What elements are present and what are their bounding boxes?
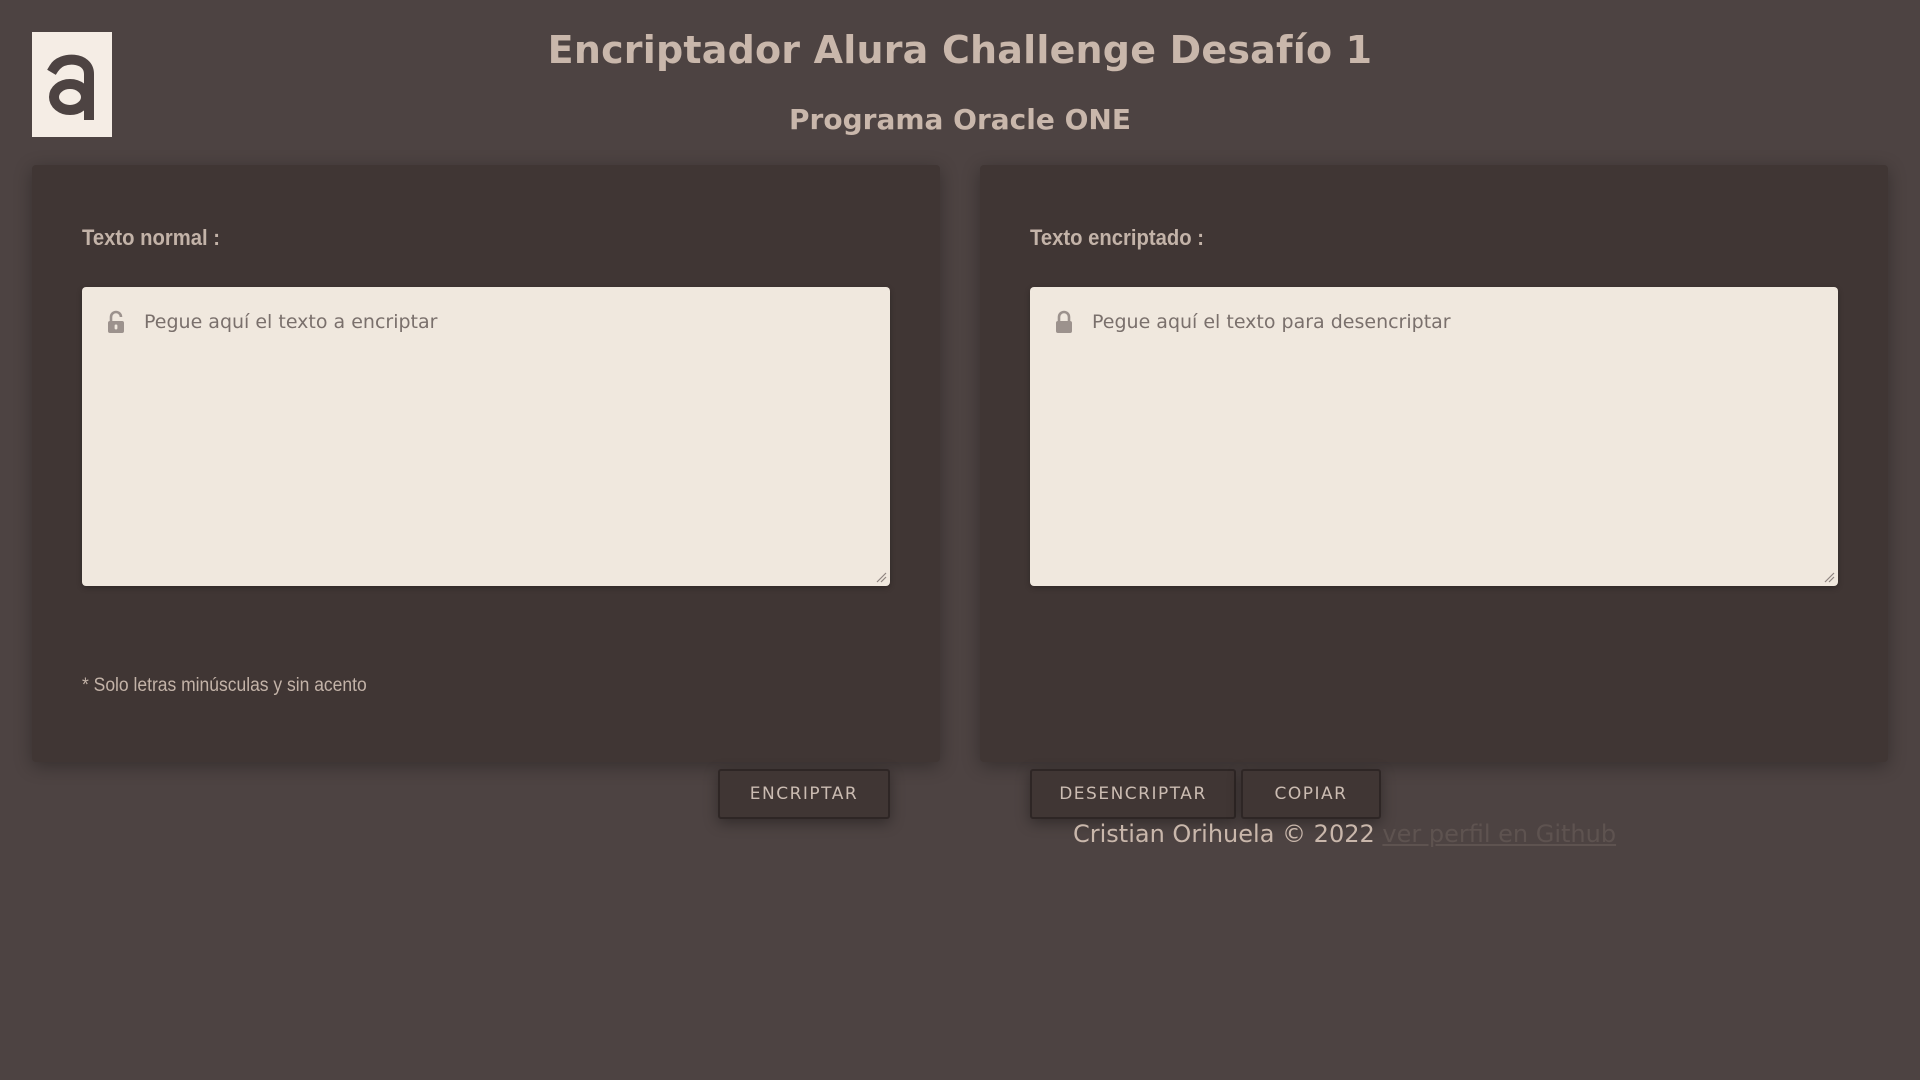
unlocked-lock-icon <box>108 310 124 333</box>
decrypt-button[interactable]: DESENCRIPTAR <box>1030 769 1236 819</box>
encrypted-text-input[interactable] <box>1030 287 1838 586</box>
resize-handle-icon[interactable] <box>1823 571 1835 583</box>
copy-button[interactable]: COPIAR <box>1241 769 1381 819</box>
encrypt-panel: Texto normal : ENCRIPTAR * Solo letras m… <box>32 165 940 819</box>
encrypt-button[interactable]: ENCRIPTAR <box>718 769 890 819</box>
decrypt-panel: Texto encriptado : DESENCRIPTAR COPIAR <box>980 165 1888 819</box>
normal-text-input[interactable] <box>82 287 890 586</box>
encrypted-text-label: Texto encriptado : <box>1030 225 1204 250</box>
normal-text-box <box>82 287 890 586</box>
page-subtitle: Programa Oracle ONE <box>789 103 1131 136</box>
footer-author: Cristian Orihuela © 2022 <box>1073 820 1375 848</box>
github-profile-link[interactable]: ver perfil en Github <box>1382 820 1616 848</box>
locked-lock-icon <box>1056 310 1072 333</box>
input-rule-note: * Solo letras minúsculas y sin acento <box>82 675 367 696</box>
page-title: Encriptador Alura Challenge Desafío 1 <box>547 28 1373 72</box>
encrypted-text-box <box>1030 287 1838 586</box>
normal-text-label: Texto normal : <box>82 225 220 250</box>
footer: Cristian Orihuela © 2022 ver perfil en G… <box>1073 820 1616 848</box>
resize-handle-icon[interactable] <box>875 571 887 583</box>
